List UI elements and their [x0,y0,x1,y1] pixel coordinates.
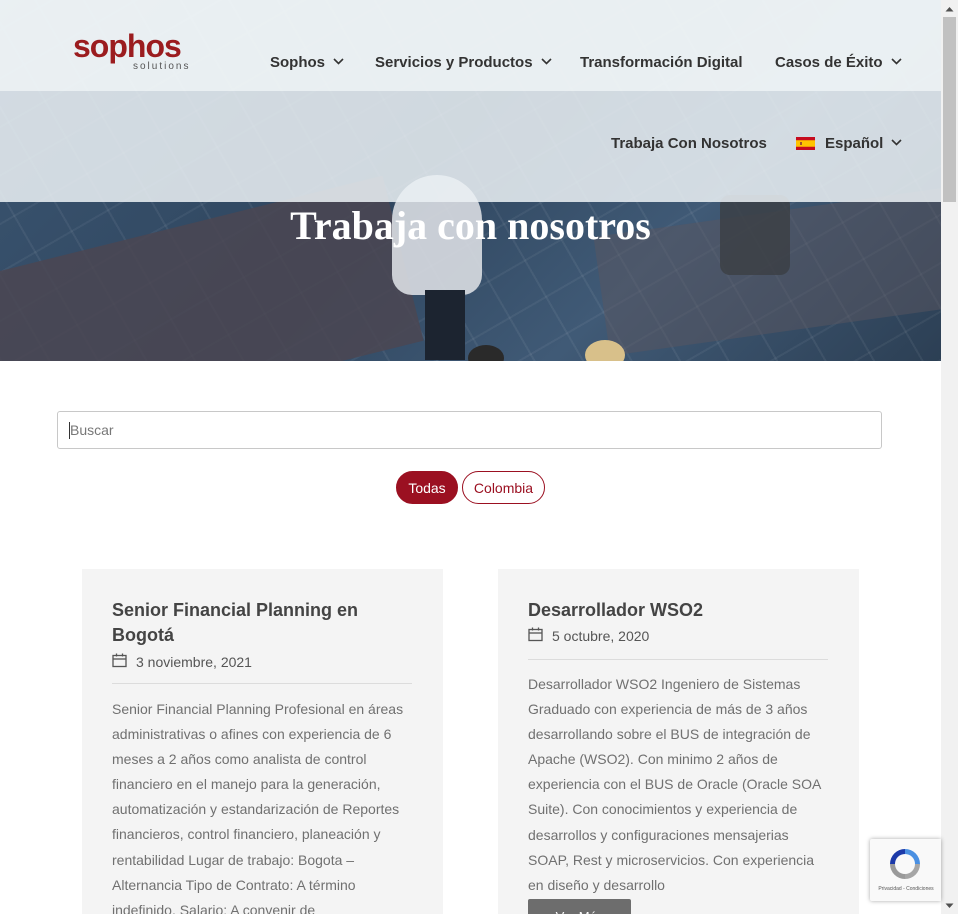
chevron-down-icon [540,57,552,67]
excerpt-line: desarrollando sobre el BUS de integració… [528,726,811,743]
nav-label: Sophos [270,53,325,71]
scroll-up-arrow-icon[interactable] [941,0,958,17]
job-date: 3 noviembre, 2021 [112,652,252,672]
calendar-icon [112,653,127,671]
page-title: Trabaja con nosotros [290,203,651,248]
excerpt-line: financiero en el manejo para la generaci… [112,776,381,793]
scrollbar-thumb[interactable] [943,17,956,202]
language-selector[interactable]: Español [796,132,902,154]
excerpt-line: Apache (WSO2). Con minimo 2 años de [528,751,778,768]
card-divider [112,683,412,684]
page: sophos solutions Sophos Servicios y Prod… [0,0,941,914]
excerpt-line: Suite). Con conocimientos y experiencia … [528,801,798,818]
nav-label: Casos de Éxito [775,53,883,71]
excerpt-line: Alternancia Tipo de Contrato: A término [112,876,356,893]
job-card: Senior Financial Planning en Bogotá 3 no… [82,569,443,914]
card-divider [528,659,828,660]
excerpt-line: administrativas o afines con experiencia… [112,726,392,743]
nav-label: Servicios y Productos [375,53,533,71]
job-date: 5 octubre, 2020 [528,626,649,646]
spain-flag-icon [796,136,815,150]
vertical-scrollbar[interactable] [941,0,958,914]
nav-item-servicios-y-productos[interactable]: Servicios y Productos [375,51,552,73]
nav-item-transformacion-digital[interactable]: Transformación Digital [580,51,743,73]
filter-todas-button[interactable]: Todas [396,471,458,504]
scroll-down-arrow-icon[interactable] [941,897,958,914]
calendar-icon [528,627,543,645]
nav-label: Transformación Digital [580,53,743,71]
excerpt-line: Desarrollador WSO2 Ingeniero de Sistemas [528,676,801,692]
nav-item-trabaja-con-nosotros[interactable]: Trabaja Con Nosotros [611,132,767,154]
chevron-down-icon [890,57,902,67]
read-more-button[interactable]: Ver Más [528,899,631,914]
excerpt-line: desarrollos y configuraciones mensajeria… [528,826,789,843]
chevron-down-icon [333,57,344,67]
job-excerpt: Desarrollador WSO2 Ingeniero de Sistemas… [528,672,828,898]
job-card: Desarrollador WSO2 5 octubre, 2020 Desar… [498,569,859,914]
sophos-logo[interactable]: sophos solutions [73,28,193,74]
logo-wordmark: sophos [73,28,182,64]
text-cursor [69,422,70,439]
excerpt-line: rentabilidad Lugar de trabajo: Bogota – [112,851,355,868]
excerpt-line: financieros, control financiero, planeac… [112,826,381,843]
excerpt-line: Senior Financial Planning Profesional en… [112,701,404,717]
job-date-text: 5 octubre, 2020 [552,628,650,644]
excerpt-line: en diseño y desarrollo [528,876,665,893]
excerpt-line: meses a 2 años como analista de control [112,751,367,768]
excerpt-line: experiencia con el BUS de Oracle (Oracle… [528,776,822,793]
job-title[interactable]: Desarrollador WSO2 [528,598,828,623]
recaptcha-badge[interactable]: Privacidad - Condiciones [870,839,941,901]
excerpt-line: automatización y estandarización de Repo… [112,801,400,818]
search-input[interactable] [57,411,882,449]
job-title[interactable]: Senior Financial Planning en Bogotá [112,598,412,648]
filter-colombia-button[interactable]: Colombia [462,471,545,504]
job-date-text: 3 noviembre, 2021 [136,654,252,670]
logo-subtitle: solutions [133,61,191,72]
language-label: Español [825,134,884,152]
excerpt-line: SOAP, Rest y microservicios. Con experie… [528,851,815,868]
excerpt-line: indefinido. Salario: A convenir de [112,901,316,914]
job-excerpt: Senior Financial Planning Profesional en… [112,697,412,914]
recaptcha-terms[interactable]: Privacidad - Condiciones [873,886,939,893]
recaptcha-icon [886,845,924,883]
chevron-down-icon [891,138,902,148]
nav-item-casos-de-exito[interactable]: Casos de Éxito [775,51,902,73]
nav-label: Trabaja Con Nosotros [611,134,767,152]
nav-item-sophos[interactable]: Sophos [270,51,344,73]
excerpt-line: Graduado con experiencia de más de 3 año… [528,701,808,718]
